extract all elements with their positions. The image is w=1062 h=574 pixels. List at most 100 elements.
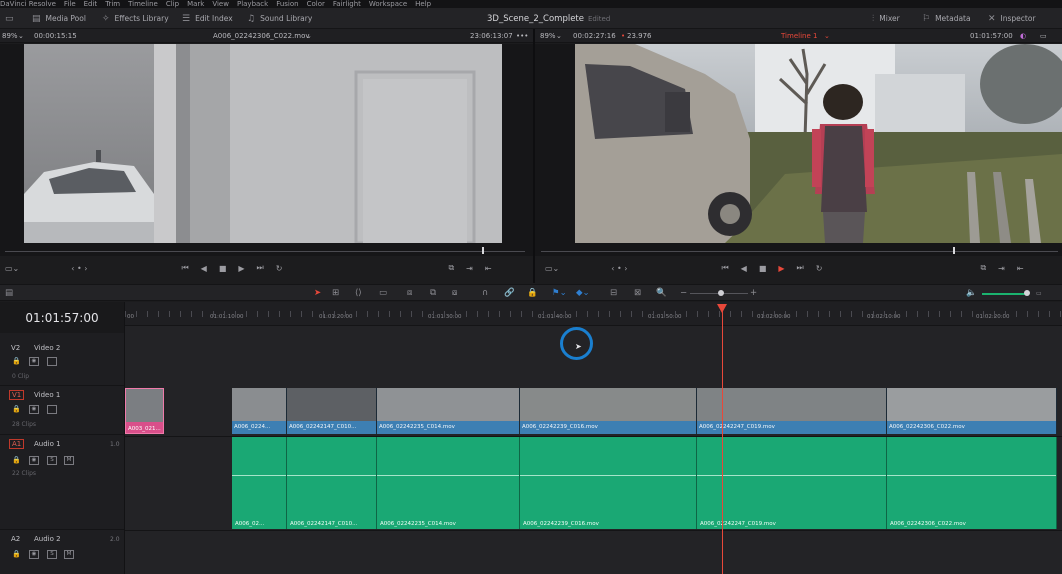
track-a2-lock-icon[interactable]: 🔒 xyxy=(12,550,21,558)
timeline-viewer-zoom[interactable]: 89% xyxy=(540,29,556,43)
source-reverse-icon[interactable]: ◀ xyxy=(201,264,207,273)
timeline-zoom-chevron-icon[interactable]: ⌄ xyxy=(556,29,562,43)
timeline-loop-icon[interactable]: ↻ xyxy=(816,264,823,273)
video-clip[interactable]: A006_02242247_C019.mov xyxy=(697,388,887,434)
track-a1-name[interactable]: Audio 1 xyxy=(34,440,61,448)
replace-clip-icon[interactable]: ⧇ xyxy=(452,285,457,302)
source-mark-in-icon[interactable]: ⇥ xyxy=(466,264,473,273)
track-a2-solo-button[interactable]: S xyxy=(47,550,57,559)
audio-clip[interactable]: A006_02... xyxy=(232,437,287,529)
track-v1-visibility-icon[interactable] xyxy=(47,405,57,414)
source-scrub-handle[interactable] xyxy=(482,247,484,254)
snapping-icon[interactable]: ∩ xyxy=(482,285,488,302)
volume-slider[interactable] xyxy=(982,293,1028,295)
track-a1-mute-button[interactable]: M xyxy=(64,456,74,465)
layout-toggle-icon[interactable]: ▭ xyxy=(5,8,19,29)
effects-library-button[interactable]: ✧ Effects Library xyxy=(102,8,169,29)
timeline-match-frame-icon[interactable]: ⧉ xyxy=(980,263,986,273)
audio-clip[interactable]: A006_02242306_C022.mov xyxy=(887,437,1057,529)
viewer-mode-icon[interactable]: ▭ xyxy=(1040,29,1047,43)
timeline-view-icon[interactable]: ▤ xyxy=(5,285,13,302)
inspector-button[interactable]: ✕ Inspector xyxy=(988,8,1036,29)
source-clip-chevron-icon[interactable]: ⌄ xyxy=(306,29,312,43)
track-v2-visibility-icon[interactable] xyxy=(47,357,57,366)
video-clip-pink[interactable]: A003_021... xyxy=(125,388,164,434)
track-a2-mute-button[interactable]: M xyxy=(64,550,74,559)
edit-index-button[interactable]: ☰ Edit Index xyxy=(182,8,233,29)
overwrite-clip-icon[interactable]: ⧉ xyxy=(430,285,436,302)
audio-clip[interactable]: A006_02242147_C010... xyxy=(287,437,377,529)
zoom-custom-icon[interactable]: 🔍 xyxy=(656,285,667,302)
audio-clip[interactable]: A006_02242239_C016.mov xyxy=(520,437,697,529)
track-a1-id[interactable]: A1 xyxy=(9,439,25,449)
flag-icon[interactable]: ⚑⌄ xyxy=(552,285,567,302)
timeline-mark-out-icon[interactable]: ⇤ xyxy=(1017,264,1024,273)
menu-fusion[interactable]: Fusion xyxy=(276,0,298,8)
source-first-frame-icon[interactable]: ⏮ xyxy=(181,263,188,273)
zoom-in-icon[interactable]: + xyxy=(750,285,757,302)
timeline-view-options-icon[interactable]: ▭⌄ xyxy=(545,264,559,273)
source-zoom[interactable]: 89% xyxy=(2,29,18,43)
track-a2-id[interactable]: A2 xyxy=(9,535,22,543)
source-match-frame-icon[interactable]: ⧉ xyxy=(448,263,454,273)
track-a2-name[interactable]: Audio 2 xyxy=(34,535,61,543)
color-settings-icon[interactable]: ◐ xyxy=(1020,29,1026,43)
timeline-stop-icon[interactable]: ■ xyxy=(759,264,767,273)
timeline-scrub-bar[interactable] xyxy=(541,251,1058,252)
menu-edit[interactable]: Edit xyxy=(84,0,98,8)
timeline-viewer-name[interactable]: Timeline 1 xyxy=(781,29,817,43)
marker-icon[interactable]: ◆⌄ xyxy=(576,285,590,302)
source-scrub-bar[interactable] xyxy=(5,251,525,252)
mixer-button[interactable]: ⫶ Mixer xyxy=(872,8,900,29)
menu-help[interactable]: Help xyxy=(415,0,431,8)
timeline-last-frame-icon[interactable]: ⏭ xyxy=(797,263,804,273)
timeline-first-frame-icon[interactable]: ⏮ xyxy=(721,263,728,273)
video-clip[interactable]: A006_02242306_C022.mov xyxy=(887,388,1057,434)
audio-clip[interactable]: A006_02242247_C019.mov xyxy=(697,437,887,529)
selection-tool-icon[interactable]: ➤ xyxy=(314,285,321,302)
insert-clip-icon[interactable]: ⧈ xyxy=(407,285,412,302)
menu-mark[interactable]: Mark xyxy=(187,0,204,8)
source-loop-icon[interactable]: ↻ xyxy=(276,264,283,273)
timeline-video-frame[interactable] xyxy=(575,44,1062,243)
dynamic-trim-icon[interactable]: ⟨⟩ xyxy=(355,285,362,302)
menu-app[interactable]: DaVinci Resolve xyxy=(0,0,56,8)
zoom-slider-handle[interactable] xyxy=(718,290,724,296)
video-clip[interactable]: A006_0224... xyxy=(232,388,287,434)
menu-playback[interactable]: Playback xyxy=(237,0,268,8)
track-v1-autoselect-icon[interactable]: ◉ xyxy=(29,405,39,414)
menu-view[interactable]: View xyxy=(212,0,229,8)
source-zoom-chevron-icon[interactable]: ⌄ xyxy=(18,29,24,43)
track-a1-lock-icon[interactable]: 🔒 xyxy=(12,456,21,464)
blade-tool-icon[interactable]: ▭ xyxy=(379,285,387,302)
audio-clip[interactable]: A006_02242235_C014.mov xyxy=(377,437,520,529)
volume-slider-handle[interactable] xyxy=(1024,290,1030,296)
timeline-reverse-icon[interactable]: ◀ xyxy=(741,264,747,273)
playhead-handle-icon[interactable] xyxy=(717,304,727,313)
source-stop-icon[interactable]: ■ xyxy=(219,264,227,273)
link-icon[interactable]: 🔗 xyxy=(504,285,515,302)
track-v1-lock-icon[interactable]: 🔒 xyxy=(12,405,21,413)
zoom-detail-icon[interactable]: ⊠ xyxy=(634,285,641,302)
source-mark-out-icon[interactable]: ⇤ xyxy=(485,264,492,273)
timeline-jog-icon[interactable]: ‹ • › xyxy=(611,264,627,273)
zoom-full-icon[interactable]: ⊟ xyxy=(610,285,617,302)
track-v1-id[interactable]: V1 xyxy=(9,390,25,400)
menu-workspace[interactable]: Workspace xyxy=(369,0,407,8)
menu-color[interactable]: Color xyxy=(307,0,325,8)
track-a2-autoselect-icon[interactable]: ◉ xyxy=(29,550,39,559)
source-clip-name[interactable]: A006_02242306_C022.mov xyxy=(213,29,310,43)
timeline-playhead[interactable] xyxy=(722,307,723,574)
video-clip[interactable]: A006_02242239_C016.mov xyxy=(520,388,697,434)
timeline-play-icon[interactable]: ▶ xyxy=(778,264,784,273)
video-clip[interactable]: A006_02242147_C010... xyxy=(287,388,377,434)
timeline-timecode[interactable]: 01:01:57:00 xyxy=(0,302,124,333)
source-jog-icon[interactable]: ‹ • › xyxy=(71,264,87,273)
source-video-frame[interactable] xyxy=(24,44,502,243)
source-play-icon[interactable]: ▶ xyxy=(238,264,244,273)
track-v1-name[interactable]: Video 1 xyxy=(34,391,60,399)
track-a1-autoselect-icon[interactable]: ◉ xyxy=(29,456,39,465)
track-v2-autoselect-icon[interactable]: ◉ xyxy=(29,357,39,366)
track-a1-solo-button[interactable]: S xyxy=(47,456,57,465)
source-options-icon[interactable]: ••• xyxy=(516,29,528,43)
